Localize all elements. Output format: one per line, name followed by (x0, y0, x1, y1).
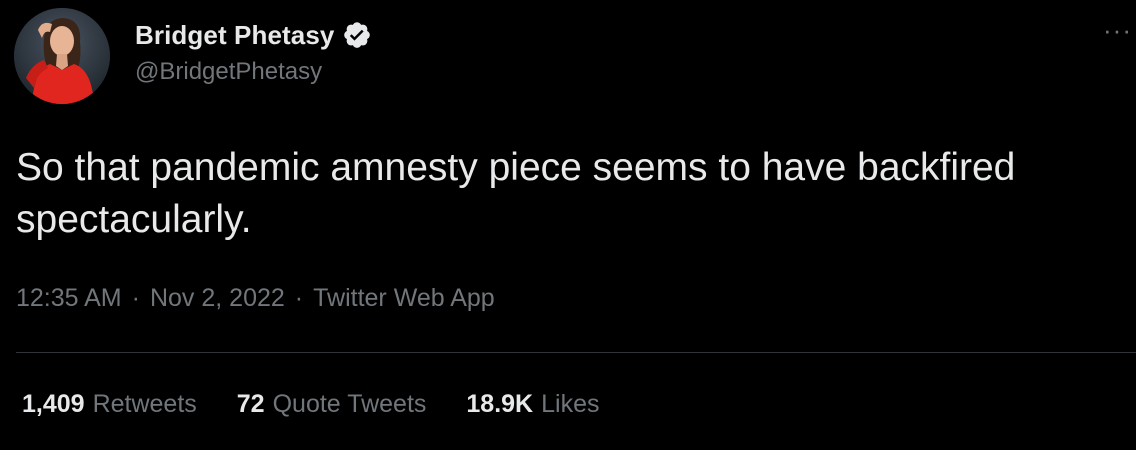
quote-tweets-label: Quote Tweets (272, 390, 427, 418)
tweet-meta: 12:35 AM · Nov 2, 2022 · Twitter Web App (16, 284, 495, 313)
avatar[interactable] (14, 8, 110, 104)
meta-separator: · (131, 284, 140, 312)
tweet-time[interactable]: 12:35 AM (16, 284, 122, 313)
tweet-date[interactable]: Nov 2, 2022 (150, 284, 285, 313)
retweets-count: 1,409 (22, 390, 85, 418)
author-name-row: Bridget Phetasy (135, 18, 372, 52)
profile-photo-icon (14, 8, 110, 104)
retweets-stat[interactable]: 1,409 Retweets (22, 390, 197, 419)
tweet-source[interactable]: Twitter Web App (313, 284, 495, 313)
likes-stat[interactable]: 18.9K Likes (466, 390, 599, 419)
quote-tweets-stat[interactable]: 72 Quote Tweets (237, 390, 427, 419)
quote-tweets-count: 72 (236, 390, 265, 418)
likes-count: 18.9K (466, 390, 534, 418)
author-display-name[interactable]: Bridget Phetasy (135, 20, 334, 51)
author-handle[interactable]: @BridgetPhetasy (135, 58, 322, 86)
tweet-text: So that pandemic amnesty piece seems to … (16, 146, 1016, 241)
retweets-label: Retweets (92, 390, 197, 418)
divider (16, 352, 1136, 353)
meta-separator: · (294, 284, 304, 312)
tweet-stats: 1,409 Retweets 72 Quote Tweets 18.9K Lik… (22, 390, 639, 419)
likes-label: Likes (541, 390, 600, 418)
more-icon[interactable]: ··· (1103, 17, 1132, 43)
tweet-detail: Bridget Phetasy @BridgetPhetasy ··· So t… (0, 0, 1136, 450)
verified-badge-icon (342, 20, 372, 50)
